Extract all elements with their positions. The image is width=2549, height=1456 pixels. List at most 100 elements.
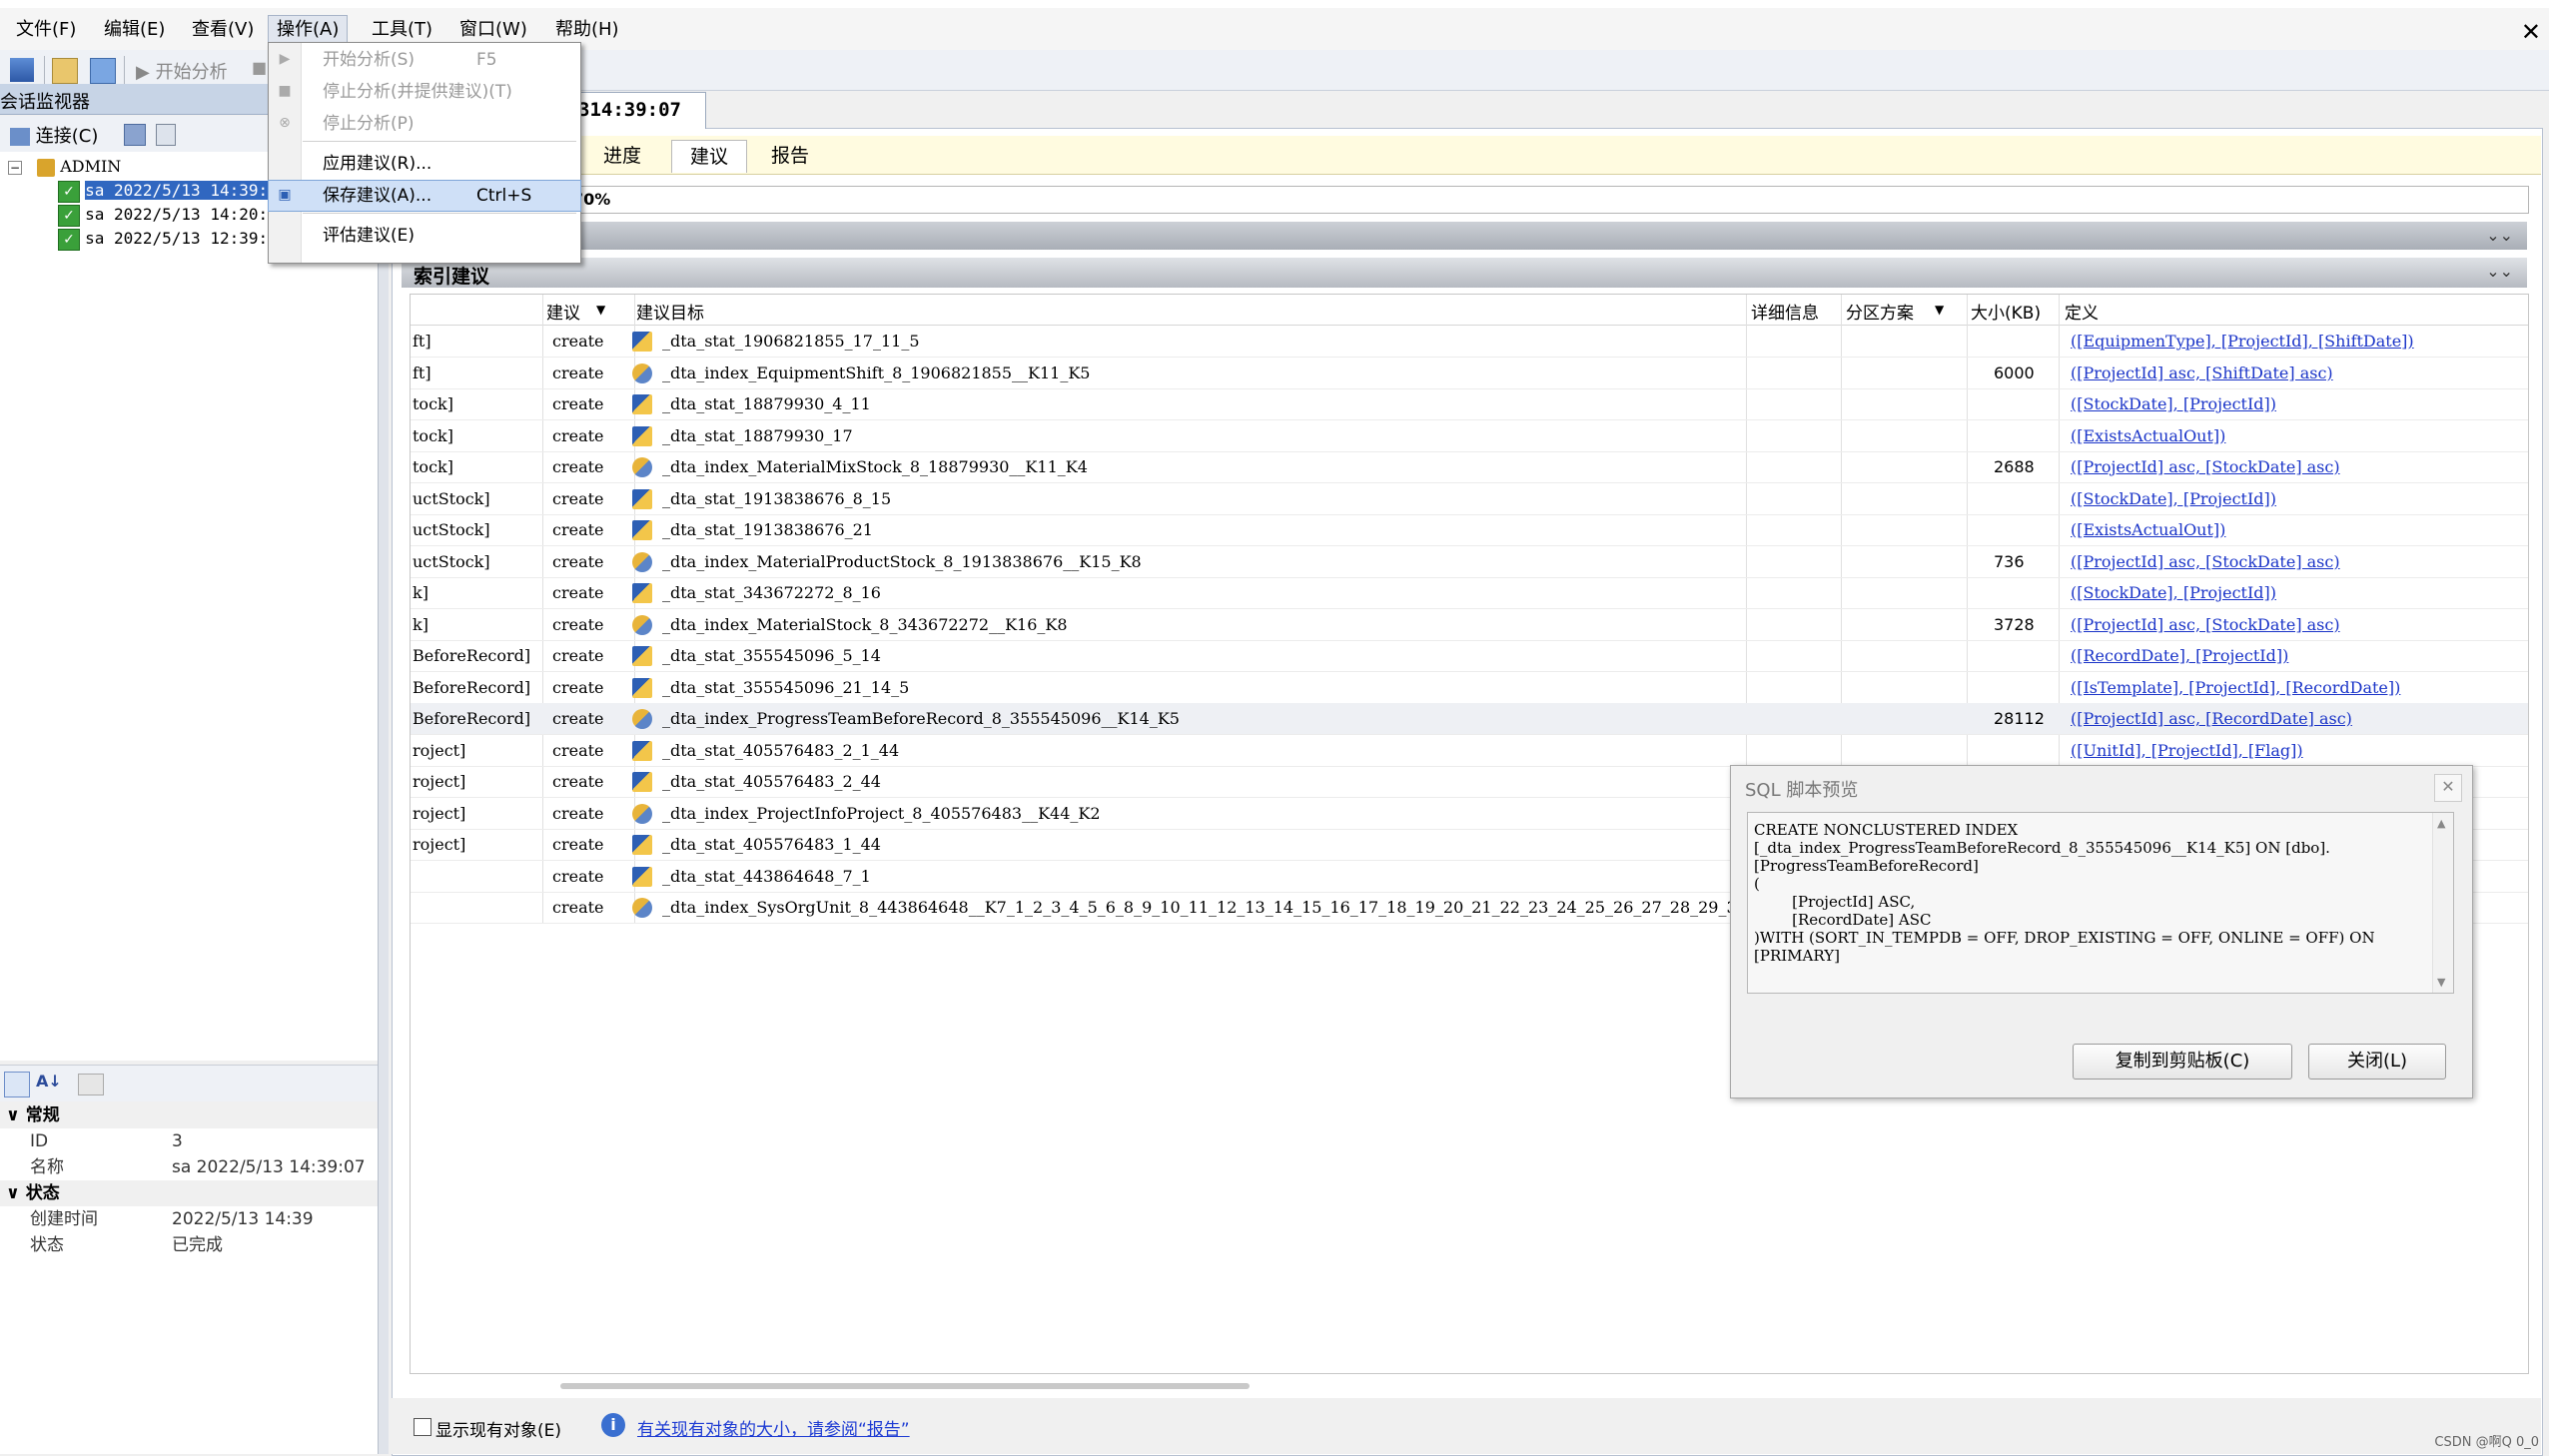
session-tab[interactable]: 314:39:07 xyxy=(559,92,706,129)
tab-strip: 进度 建议 报告 xyxy=(392,136,2541,175)
table-row[interactable]: BeforeRecord] create _dta_stat_355545096_5… xyxy=(411,640,2528,672)
copy-to-clipboard-button[interactable]: 复制到剪贴板(C) xyxy=(2073,1044,2292,1080)
collapse-icon[interactable]: − xyxy=(8,161,22,175)
index-section-header[interactable]: ⌄⌄ xyxy=(402,258,2527,288)
table-row[interactable]: ft] create _dta_stat_1906821855_17_11_5 ([E… xyxy=(411,326,2528,358)
target-cell: _dta_index_MaterialProductStock_8_191383… xyxy=(662,551,1142,571)
collapse-chevron-icon[interactable]: ⌄⌄ xyxy=(2486,262,2513,281)
session-item[interactable]: ✓ sa 2022/5/13 14:20:2 xyxy=(58,204,278,227)
menu-item[interactable]: ⊗ 停止分析(P) xyxy=(269,109,580,139)
menu-item[interactable]: 评估建议(E) xyxy=(269,221,580,251)
panel-splitter[interactable] xyxy=(378,84,389,1454)
group-general[interactable]: ∨ 常规 xyxy=(0,1102,378,1128)
table-row[interactable]: k] create _dta_stat_343672272_8_16 ([StockD… xyxy=(411,577,2528,609)
definition-link[interactable]: ([ExistsActualOut]) xyxy=(2071,426,2225,445)
stop-icon[interactable]: ■ xyxy=(252,58,267,77)
close-button[interactable]: 关闭(L) xyxy=(2308,1044,2446,1080)
tab-progress[interactable]: 进度 xyxy=(585,140,659,172)
table-row[interactable]: BeforeRecord] create _dta_index_ProgressTe… xyxy=(411,703,2528,735)
definition-link[interactable]: ([ProjectId] asc, [RecordDate] asc) xyxy=(2071,709,2352,728)
definition-link[interactable]: ([ExistsActualOut]) xyxy=(2071,520,2225,539)
menu-help[interactable]: 帮助(H) xyxy=(547,16,627,44)
table-row[interactable]: tock] create _dta_stat_18879930_17 ([Exists… xyxy=(411,420,2528,452)
horizontal-scrollbar[interactable] xyxy=(560,1383,1250,1389)
categorized-icon[interactable] xyxy=(4,1072,30,1097)
table-row[interactable]: BeforeRecord] create _dta_stat_355545096_2… xyxy=(411,672,2528,704)
table-row[interactable]: tock] create _dta_index_MaterialMixStock_8… xyxy=(411,451,2528,483)
col-details[interactable]: 详细信息 xyxy=(1751,299,1819,324)
grid-header: 建议 ▼ 建议目标 详细信息 分区方案 ▼ 大小(KB) 定义 xyxy=(411,295,2528,326)
vertical-scrollbar[interactable]: ▲ ▼ xyxy=(2432,813,2453,993)
definition-link[interactable]: ([EquipmenType], [ProjectId], [ShiftDate… xyxy=(2071,332,2414,351)
session-item[interactable]: ✓ sa 2022/5/13 14:39:0 xyxy=(58,180,278,203)
table-row[interactable]: tock] create _dta_stat_18879930_4_11 ([Stoc… xyxy=(411,388,2528,420)
definition-link[interactable]: ([ProjectId] asc, [ShiftDate] asc) xyxy=(2071,364,2333,382)
menu-edit[interactable]: 编辑(E) xyxy=(96,16,173,44)
scroll-down-icon[interactable]: ▼ xyxy=(2437,976,2445,989)
table-row[interactable]: uctStock] create _dta_index_MaterialProduc… xyxy=(411,546,2528,578)
table-row[interactable]: roject] create _dta_stat_405576483_2_1_44 (… xyxy=(411,735,2528,767)
filter-dropdown-icon[interactable]: ▼ xyxy=(1935,303,1944,317)
recommendation-cell: create xyxy=(552,394,604,413)
sql-script-textbox[interactable]: CREATE NONCLUSTERED INDEX [_dta_index_Pr… xyxy=(1747,812,2454,994)
menu-file[interactable]: 文件(F) xyxy=(8,16,84,44)
start-analysis-button[interactable]: ▶ 开始分析 xyxy=(136,58,228,84)
menu-actions[interactable]: 操作(A) xyxy=(268,15,349,45)
menu-item[interactable]: ▣ 保存建议(A)... Ctrl+S xyxy=(268,180,581,212)
table-row[interactable]: uctStock] create _dta_stat_1913838676_21 ([… xyxy=(411,514,2528,546)
import-icon[interactable] xyxy=(90,58,116,84)
menu-tools[interactable]: 工具(T) xyxy=(364,16,440,44)
col-size[interactable]: 大小(KB) xyxy=(1971,299,2041,324)
group-status[interactable]: ∨ 状态 xyxy=(0,1180,378,1206)
report-link[interactable]: 有关现有对象的大小，请参阅“报告” xyxy=(637,1415,910,1440)
properties-grid: ∨ 常规 ID 3 名称 sa 2022/5/13 14:39:07 ∨ 状态 创建… xyxy=(0,1102,379,1454)
menu-item[interactable]: ▶ 开始分析(S) F5 xyxy=(269,45,580,75)
recommendation-cell: create xyxy=(552,332,604,351)
show-existing-checkbox[interactable] xyxy=(414,1418,431,1436)
scroll-up-icon[interactable]: ▲ xyxy=(2437,817,2445,830)
collapse-chevron-icon[interactable]: ⌄⌄ xyxy=(2486,226,2513,245)
table-row[interactable]: ft] create _dta_index_EquipmentShift_8_190… xyxy=(411,358,2528,389)
definition-link[interactable]: ([ProjectId] asc, [StockDate] asc) xyxy=(2071,552,2340,571)
definition-link[interactable]: ([IsTemplate], [ProjectId], [RecordDate]… xyxy=(2071,678,2400,697)
disconnect-icon[interactable] xyxy=(124,124,146,146)
new-session-icon[interactable] xyxy=(156,124,176,146)
menu-item[interactable]: ■ 停止分析(并提供建议)(T) xyxy=(269,77,580,107)
definition-link[interactable]: ([StockDate], [ProjectId]) xyxy=(2071,583,2276,602)
table-row[interactable]: uctStock] create _dta_stat_1913838676_8_15… xyxy=(411,483,2528,515)
toolbar-divider xyxy=(124,56,125,84)
filter-dropdown-icon[interactable]: ▼ xyxy=(596,303,605,317)
size-cell: 6000 xyxy=(1994,363,2035,382)
session-item[interactable]: ✓ sa 2022/5/13 12:39:5 xyxy=(58,228,278,251)
session-icon[interactable] xyxy=(10,58,34,82)
menu-item-label: 停止分析(并提供建议)(T) xyxy=(323,82,512,102)
root-label: ADMIN xyxy=(60,157,122,176)
definition-link[interactable]: ([StockDate], [ProjectId]) xyxy=(2071,394,2276,413)
open-icon[interactable] xyxy=(52,58,78,84)
definition-link[interactable]: ([RecordDate], [ProjectId]) xyxy=(2071,646,2288,665)
col-definition[interactable]: 定义 xyxy=(2065,299,2099,324)
tab-reports[interactable]: 报告 xyxy=(753,140,827,172)
close-icon[interactable]: ✕ xyxy=(2434,774,2462,802)
menu-window[interactable]: 窗口(W) xyxy=(451,16,535,44)
table-row[interactable]: k] create _dta_index_MaterialStock_8_34367… xyxy=(411,609,2528,641)
close-icon[interactable]: ✕ xyxy=(2521,18,2541,46)
col-recommendation[interactable]: 建议 xyxy=(546,299,580,324)
statistics-icon xyxy=(632,740,652,761)
property-pages-icon[interactable] xyxy=(78,1074,104,1095)
recommendation-cell: create xyxy=(552,803,604,823)
tree-root[interactable]: − ADMIN xyxy=(8,156,121,178)
partition-section-header[interactable]: ⌄⌄ xyxy=(402,222,2527,250)
menu-item[interactable]: 应用建议(R)... xyxy=(269,149,580,179)
definition-link[interactable]: ([ProjectId] asc, [StockDate] asc) xyxy=(2071,615,2340,634)
definition-link[interactable]: ([ProjectId] asc, [StockDate] asc) xyxy=(2071,457,2340,476)
object-cell: roject] xyxy=(413,835,466,854)
connect-button[interactable]: 连接(C) xyxy=(10,122,98,148)
col-target[interactable]: 建议目标 xyxy=(636,299,704,324)
col-partition[interactable]: 分区方案 xyxy=(1846,299,1914,324)
definition-link[interactable]: ([StockDate], [ProjectId]) xyxy=(2071,489,2276,508)
menu-view[interactable]: 查看(V) xyxy=(184,16,262,44)
tab-recommendations[interactable]: 建议 xyxy=(671,140,748,173)
sort-az-icon[interactable]: A↓ xyxy=(36,1072,62,1091)
definition-link[interactable]: ([UnitId], [ProjectId], [Flag]) xyxy=(2071,741,2303,760)
